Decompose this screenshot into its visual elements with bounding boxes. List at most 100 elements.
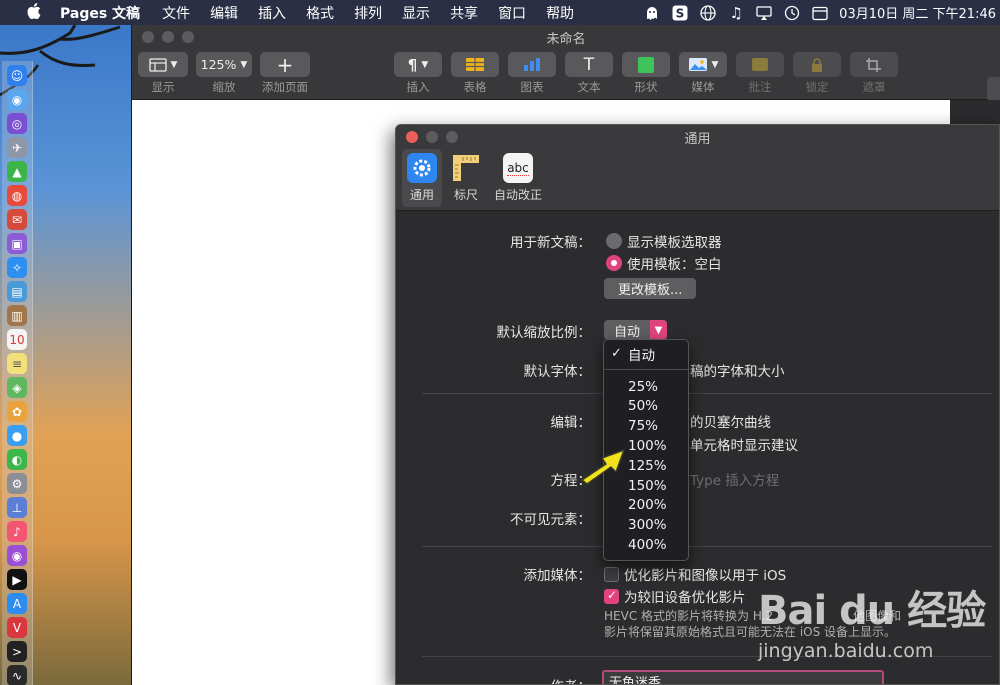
tab-autocorrect[interactable]: abc 自动改正: [490, 149, 546, 207]
menu-share[interactable]: 共享: [450, 3, 478, 23]
menu-file[interactable]: 文件: [162, 3, 190, 23]
toolbar-chart[interactable]: 图表: [508, 52, 556, 95]
checkbox-optimize-ios[interactable]: [604, 566, 619, 582]
music-dock-icon[interactable]: ♪: [7, 521, 27, 542]
keynote-icon[interactable]: ⊥: [7, 497, 27, 518]
contacts-icon[interactable]: ▥: [7, 305, 27, 326]
close-button[interactable]: [142, 31, 154, 43]
window-titlebar: 未命名: [132, 25, 1000, 49]
status-area: S ♫ 03月10日 周二 下午21:46: [643, 0, 1000, 25]
prefs-tabs: 通用 标尺 abc 自动改正: [396, 149, 999, 211]
zoom-option-auto[interactable]: 自动: [604, 344, 688, 364]
lock-icon: [812, 57, 822, 72]
toolbar-view[interactable]: ▼ 显示: [138, 52, 188, 95]
maps-icon[interactable]: ◈: [7, 377, 27, 398]
zoom-button[interactable]: [182, 31, 194, 43]
paragraph-icon: ¶: [407, 55, 418, 74]
toolbar-add-page[interactable]: + 添加页面: [260, 52, 310, 95]
safari-icon[interactable]: ✧: [7, 257, 27, 278]
toolbar-media[interactable]: ▼ 媒体: [679, 52, 727, 95]
terminal-icon[interactable]: >: [7, 641, 27, 662]
s-app-icon[interactable]: S: [671, 4, 689, 22]
calendar-icon[interactable]: [811, 4, 829, 22]
toolbar-insert[interactable]: ¶ ▼ 插入: [394, 52, 442, 95]
zoom-option-25[interactable]: 25%: [604, 377, 688, 397]
gear-icon: [407, 153, 437, 183]
toolbar-comment[interactable]: 批注: [736, 52, 784, 95]
radio-chooser[interactable]: [606, 233, 622, 249]
clock[interactable]: 03月10日 周二 下午21:46: [839, 3, 996, 22]
messages-icon[interactable]: ●: [7, 425, 27, 446]
toolbar-lock-label: 锁定: [805, 80, 829, 94]
toolbar-insert-label: 插入: [406, 80, 430, 94]
toolbar-zoom-label: 缩放: [212, 80, 236, 94]
chevron-down-icon: ▼: [711, 59, 719, 70]
screenshot-icon[interactable]: ▣: [7, 233, 27, 254]
calendar-dock-icon[interactable]: 10: [7, 329, 27, 350]
zoom-option-200[interactable]: 200%: [604, 496, 688, 516]
system-prefs-icon[interactable]: ⚙: [7, 473, 27, 494]
use-template-option[interactable]: 使用模板：空白: [606, 253, 722, 273]
invisibles-label: 不可见元素：: [510, 512, 591, 528]
tab-rulers[interactable]: 标尺: [446, 149, 486, 207]
android-icon[interactable]: ▲: [7, 161, 27, 182]
menu-help[interactable]: 帮助: [546, 3, 574, 23]
app-name-menu[interactable]: Pages 文稿: [60, 3, 140, 23]
toolbar-mask[interactable]: 遮罩: [850, 52, 898, 95]
menu-arrange[interactable]: 排列: [354, 3, 382, 23]
menu-view[interactable]: 显示: [402, 3, 430, 23]
plus-icon: +: [276, 52, 294, 77]
podcasts-icon[interactable]: ◉: [7, 545, 27, 566]
default-font-text: 稿的字体和大小: [690, 364, 785, 380]
mail-icon[interactable]: ✉: [7, 209, 27, 230]
change-template-button[interactable]: 更改模板...: [604, 278, 697, 299]
toolbar-shape[interactable]: 形状: [622, 52, 670, 95]
minimize-button[interactable]: [162, 31, 174, 43]
globe-icon[interactable]: [699, 4, 717, 22]
menu-separator: [604, 368, 688, 370]
app-store-icon[interactable]: A: [7, 593, 27, 614]
menu-format[interactable]: 格式: [306, 3, 334, 23]
time-machine-icon[interactable]: [783, 4, 801, 22]
siri-purple-icon[interactable]: ◎: [7, 113, 27, 134]
activity-monitor-icon[interactable]: ∿: [7, 665, 27, 685]
chevron-down-icon: ▼: [650, 320, 668, 340]
default-zoom-popup[interactable]: 自动 ▼: [604, 320, 668, 340]
apple-icon[interactable]: [22, 2, 46, 23]
toolbar-zoom[interactable]: 125% ▼ 缩放: [196, 52, 252, 95]
toolbar-overflow[interactable]: [987, 77, 1000, 101]
finder-icon[interactable]: ☺: [7, 65, 27, 86]
music-icon[interactable]: ♫: [727, 4, 745, 22]
preview-icon[interactable]: ▤: [7, 281, 27, 302]
text-icon: T: [583, 54, 595, 75]
default-font-label: 默认字体：: [523, 364, 592, 380]
author-field[interactable]: 无鱼迷香: [602, 670, 884, 684]
menu-insert[interactable]: 插入: [258, 3, 286, 23]
optimize-older-devices-option[interactable]: 为较旧设备优化影片: [604, 586, 746, 606]
toolbar-text[interactable]: T 文本: [565, 52, 613, 95]
comment-icon: [752, 58, 768, 71]
vivaldi-icon[interactable]: V: [7, 617, 27, 638]
photos-icon[interactable]: ✿: [7, 401, 27, 422]
toolbar-lock[interactable]: 锁定: [793, 52, 841, 95]
launchpad-icon[interactable]: ✈: [7, 137, 27, 158]
toolbar-table[interactable]: 表格: [451, 52, 499, 95]
zoom-option-50[interactable]: 50%: [604, 397, 688, 417]
airplay-icon[interactable]: [755, 4, 773, 22]
radio-use-template[interactable]: [606, 255, 622, 271]
chrome-icon[interactable]: ◍: [7, 185, 27, 206]
siri-icon[interactable]: ◉: [7, 89, 27, 110]
tab-general[interactable]: 通用: [402, 149, 442, 207]
show-template-chooser-label: 显示模板选取器: [627, 235, 722, 251]
menu-window[interactable]: 窗口: [498, 3, 526, 23]
zoom-option-75[interactable]: 75%: [604, 416, 688, 436]
apple-tv-icon[interactable]: ▶: [7, 569, 27, 590]
zoom-option-300[interactable]: 300%: [604, 515, 688, 535]
menu-edit[interactable]: 编辑: [210, 3, 238, 23]
ghost-icon[interactable]: [643, 4, 661, 22]
zoom-option-400[interactable]: 400%: [604, 535, 688, 555]
wechat-icon[interactable]: ◐: [7, 449, 27, 470]
notes-icon[interactable]: ≡: [7, 353, 27, 374]
show-template-chooser-option[interactable]: 显示模板选取器: [606, 231, 722, 251]
checkbox-older-devices[interactable]: [604, 588, 619, 604]
